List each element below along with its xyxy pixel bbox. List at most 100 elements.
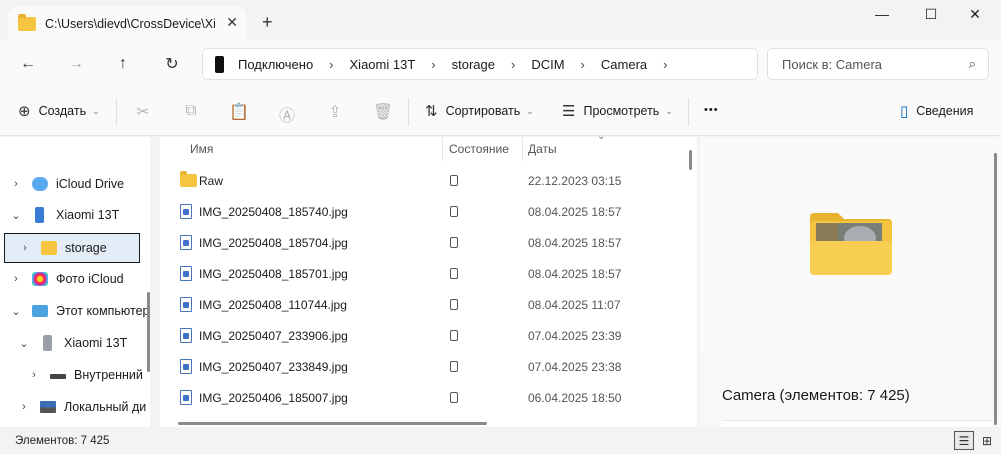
list-item[interactable]: IMG_20250408_185701.jpg 08.04.2025 18:57: [160, 258, 680, 289]
sort-indicator-icon: ⌄: [597, 131, 606, 142]
chevron-right-icon[interactable]: ›: [18, 401, 30, 413]
paste-icon[interactable]: 📋: [228, 102, 250, 122]
back-button[interactable]: ←: [16, 52, 40, 76]
navigation-bar: ← → ↑ ↻ Подключено › Xiaomi 13T › storag…: [0, 40, 1001, 88]
device-status-icon: [450, 361, 458, 372]
sidebar-item-local-disk[interactable]: › Локальный ди: [0, 393, 150, 421]
divider: [408, 98, 409, 126]
chevron-right-icon[interactable]: ›: [10, 273, 22, 285]
sidebar-item-internal-storage[interactable]: › Внутренний: [0, 361, 150, 389]
details-pane-button[interactable]: ▯ Сведения: [900, 102, 973, 120]
breadcrumb-device[interactable]: Xiaomi 13T: [350, 57, 416, 72]
breadcrumb-storage[interactable]: storage: [452, 57, 495, 72]
file-date: 08.04.2025 18:57: [528, 266, 622, 281]
rename-icon[interactable]: Ⓐ: [276, 102, 298, 126]
large-folder-icon: [810, 213, 892, 275]
view-icon: ☰: [562, 103, 576, 120]
new-tab-button[interactable]: +: [262, 12, 273, 33]
device-status-icon: [450, 392, 458, 403]
column-header-name[interactable]: Имя: [190, 142, 213, 156]
image-file-icon: [180, 359, 192, 374]
list-item[interactable]: Raw 22.12.2023 03:15: [160, 165, 680, 196]
file-name: IMG_20250408_185704.jpg: [199, 235, 348, 250]
file-list-vertical-scrollbar[interactable]: [689, 150, 692, 170]
search-input[interactable]: Поиск в: Camera ⌕: [767, 48, 989, 80]
share-icon[interactable]: ⇪: [324, 102, 346, 122]
image-file-icon: [180, 390, 192, 405]
create-label: Создать: [38, 104, 87, 118]
chevron-right-icon[interactable]: ›: [663, 57, 667, 72]
chevron-down-icon: ⌄: [665, 105, 673, 116]
file-list-horizontal-scrollbar[interactable]: [178, 422, 487, 425]
folder-icon: [18, 14, 36, 31]
address-bar[interactable]: Подключено › Xiaomi 13T › storage › DCIM…: [202, 48, 758, 80]
list-item[interactable]: IMG_20250407_233906.jpg 07.04.2025 23:39: [160, 320, 680, 351]
chevron-down-icon[interactable]: ⌄: [10, 209, 22, 222]
tab-active[interactable]: C:\Users\dievd\CrossDevice\Xi ✕: [8, 7, 246, 41]
chevron-right-icon[interactable]: ›: [431, 57, 435, 72]
view-button[interactable]: ☰ Просмотреть ⌄: [562, 102, 673, 120]
chevron-down-icon: ⌄: [526, 105, 534, 116]
status-bar: Элементов: 7 425 ☰ ⊞: [0, 427, 1001, 454]
list-item[interactable]: IMG_20250408_110744.jpg 08.04.2025 11:07: [160, 289, 680, 320]
chevron-right-icon[interactable]: ›: [28, 369, 40, 381]
list-item[interactable]: IMG_20250407_233849.jpg 07.04.2025 23:38: [160, 351, 680, 382]
list-item[interactable]: IMG_20250408_185740.jpg 08.04.2025 18:57: [160, 196, 680, 227]
details-view-button[interactable]: ☰: [954, 431, 974, 450]
column-divider[interactable]: [442, 137, 443, 161]
sidebar-item-label: Этот компьютер: [56, 304, 150, 318]
close-window-button[interactable]: ✕: [955, 6, 995, 23]
copy-icon[interactable]: ⧉: [180, 102, 202, 120]
chevron-down-icon: ⌄: [92, 105, 100, 116]
column-header-status[interactable]: Состояние: [449, 142, 509, 156]
device-status-icon: [450, 237, 458, 248]
refresh-button[interactable]: ↻: [160, 52, 184, 76]
device-status-icon: [450, 299, 458, 310]
file-list: Имя Состояние Даты ⌄ Raw 22.12.2023 03:1…: [160, 131, 697, 427]
disk-icon: [40, 401, 56, 413]
tab-close-icon[interactable]: ✕: [226, 14, 238, 31]
plus-circle-icon: ⊕: [18, 103, 31, 120]
breadcrumb-dcim[interactable]: DCIM: [531, 57, 564, 72]
sidebar-item-xiaomi-13t-pc[interactable]: ⌄ Xiaomi 13T: [0, 329, 150, 357]
up-button[interactable]: ↑: [111, 52, 135, 76]
breadcrumb-connected[interactable]: Подключено: [238, 57, 313, 72]
chevron-down-icon[interactable]: ⌄: [18, 337, 30, 350]
sidebar-item-this-pc[interactable]: ⌄ Этот компьютер: [0, 297, 150, 325]
cloud-icon: [32, 177, 48, 191]
folder-icon: [180, 171, 197, 187]
create-button[interactable]: ⊕ Создать ⌄: [18, 102, 100, 120]
sidebar-item-label: Внутренний: [74, 368, 143, 382]
details-label: Сведения: [916, 104, 974, 118]
phone-icon: [43, 335, 52, 351]
maximize-button[interactable]: ☐: [911, 6, 951, 23]
sidebar-item-storage[interactable]: › storage: [4, 233, 140, 263]
minimize-button[interactable]: —: [862, 6, 902, 22]
column-header-date[interactable]: Даты: [528, 142, 557, 156]
details-scrollbar[interactable]: [994, 153, 997, 425]
list-item[interactable]: IMG_20250406_185007.jpg 06.04.2025 18:50: [160, 382, 680, 413]
divider: [116, 98, 117, 126]
chevron-right-icon[interactable]: ›: [19, 242, 31, 254]
sidebar-item-icloud-drive[interactable]: › iCloud Drive: [0, 170, 150, 198]
chevron-right-icon[interactable]: ›: [511, 57, 515, 72]
sidebar-scrollbar[interactable]: [147, 292, 150, 372]
more-options-button[interactable]: •••: [704, 104, 719, 116]
cut-icon[interactable]: ✂: [132, 102, 154, 122]
sidebar-item-icloud-photos[interactable]: › Фото iCloud: [0, 265, 150, 293]
chevron-right-icon[interactable]: ›: [329, 57, 333, 72]
chevron-right-icon[interactable]: ›: [581, 57, 585, 72]
breadcrumb-camera[interactable]: Camera: [601, 57, 647, 72]
sidebar-item-xiaomi-13t[interactable]: ⌄ Xiaomi 13T: [0, 201, 150, 229]
delete-icon[interactable]: 🗑: [372, 102, 394, 122]
column-divider[interactable]: [522, 137, 523, 161]
file-name: IMG_20250406_185007.jpg: [199, 390, 348, 405]
list-item[interactable]: IMG_20250408_185704.jpg 08.04.2025 18:57: [160, 227, 680, 258]
forward-button[interactable]: →: [64, 52, 88, 76]
sort-label: Сортировать: [445, 104, 521, 118]
tiles-view-button[interactable]: ⊞: [977, 431, 997, 450]
chevron-right-icon[interactable]: ›: [10, 178, 22, 190]
drive-icon: [50, 373, 66, 379]
chevron-down-icon[interactable]: ⌄: [10, 305, 22, 318]
sort-button[interactable]: ⇅ Сортировать ⌄: [425, 102, 534, 120]
